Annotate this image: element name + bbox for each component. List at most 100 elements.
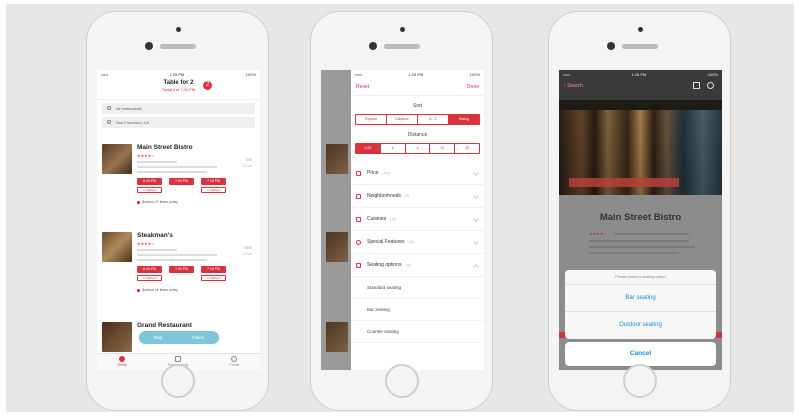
filters-button[interactable]: Filters xyxy=(192,335,204,340)
booked-icon xyxy=(137,288,140,292)
filter-row-seating-options[interactable]: Seating options (all) xyxy=(351,254,484,277)
points-tag: +1,000 pts xyxy=(137,187,162,193)
front-sensor xyxy=(175,27,181,32)
location-search-field[interactable]: San Francisco, CA xyxy=(102,117,255,128)
earpiece-speaker xyxy=(621,44,658,49)
map-pin-icon xyxy=(356,193,361,199)
points-tag: +1,000 pts xyxy=(137,275,162,281)
time-slot-button[interactable]: 7:00 PM xyxy=(169,266,194,273)
restaurant-card[interactable]: Main Street Bistro ★★★★☆ $$$ 1.2 mi 6:45… xyxy=(97,144,260,226)
filter-count: (all) xyxy=(405,263,412,267)
time-slot-button[interactable]: 6:45 PM xyxy=(137,266,162,273)
sort-option-popular[interactable]: Popular xyxy=(356,115,387,124)
front-sensor xyxy=(399,27,405,32)
neighborhood-text-line xyxy=(137,254,217,256)
status-carrier: ••••• xyxy=(563,72,571,77)
restaurant-name: Grand Restaurant xyxy=(137,322,192,329)
home-button[interactable] xyxy=(384,364,419,398)
chevron-down-icon xyxy=(473,170,479,176)
home-button[interactable] xyxy=(160,364,195,398)
filter-label: Cuisines xyxy=(367,216,387,222)
screenshot-background: ••••• 1:25 PM 100% Table for 2 Tonight a… xyxy=(6,4,794,412)
heart-icon[interactable] xyxy=(707,82,714,89)
back-button[interactable]: ‹ Search xyxy=(564,83,583,89)
bar-seating-option[interactable]: Bar seating xyxy=(565,285,716,312)
restaurant-photo xyxy=(102,322,132,352)
rating-stars: ★★★★☆ xyxy=(137,153,155,158)
seat-icon xyxy=(356,262,361,268)
reservation-time: Tonight at 7:00 PM xyxy=(161,87,196,92)
time-slot-button[interactable]: 6:45 PM xyxy=(137,178,162,185)
seating-option-row[interactable]: Bar seating xyxy=(351,299,484,321)
status-bar: ••••• 1:25 PM 100% xyxy=(97,70,260,78)
time-slot-button[interactable]: 7:00 PM xyxy=(169,178,194,185)
neighborhood-text-line xyxy=(137,166,217,168)
map-button[interactable]: Map xyxy=(154,335,163,340)
reset-button[interactable]: Reset xyxy=(356,84,369,90)
filter-row-neighborhoods[interactable]: Neighborhoods (3) xyxy=(351,185,484,208)
distance-option[interactable]: 3 xyxy=(406,144,431,153)
sort-segmented-control: Popular Distance A - Z Rating xyxy=(355,114,480,125)
rating-stars: ★★★★☆ xyxy=(137,241,155,246)
time-slot-button[interactable]: 7:15 PM xyxy=(201,178,226,185)
filter-count: (3) xyxy=(404,194,410,198)
distance-option[interactable]: 1 xyxy=(381,144,406,153)
map-filters-pill[interactable]: Map Filters xyxy=(139,331,219,344)
filter-row-price[interactable]: Price (any) xyxy=(351,162,484,185)
distance-option[interactable]: 25 xyxy=(455,144,479,153)
seating-action-sheet: Please select a seating option Bar seati… xyxy=(565,270,716,339)
seating-option-row[interactable]: Counter seating xyxy=(351,321,484,343)
done-button[interactable]: Done xyxy=(467,84,479,90)
cuisine-text-line xyxy=(137,249,177,251)
booked-text: Booked 47 times today xyxy=(142,200,178,204)
time-slot-button[interactable]: 7:15 PM xyxy=(201,266,226,273)
distance-option[interactable]: 10 xyxy=(430,144,456,153)
cuisine-icon xyxy=(356,216,361,222)
price-level: $$$ xyxy=(246,158,252,162)
distance-option[interactable]: 0.25 xyxy=(356,144,381,153)
sort-option-a-z[interactable]: A - Z xyxy=(418,115,449,124)
filter-nav-bar: Reset Done xyxy=(351,78,484,96)
tab-home-label: Home xyxy=(117,363,127,367)
calendar-icon xyxy=(175,356,182,362)
front-camera xyxy=(145,42,153,50)
filter-row-special-features[interactable]: Special Features (all) xyxy=(351,231,484,254)
filters-screen: ••••• 1:25 PM 100% Reset Done Sort Popul… xyxy=(321,70,484,370)
restaurant-list-screen: ••••• 1:25 PM 100% Table for 2 Tonight a… xyxy=(97,70,260,370)
party-count-badge[interactable]: 2 xyxy=(203,81,212,90)
status-time: 1:25 PM xyxy=(631,72,647,77)
awning xyxy=(559,100,722,110)
cuisine-text-line xyxy=(137,161,177,163)
search-header[interactable]: Table for 2 Tonight at 7:00 PM 2 xyxy=(97,78,260,100)
tab-home[interactable]: Home xyxy=(118,354,127,370)
dimmed-restaurant-photo xyxy=(326,232,348,262)
filter-count: (any) xyxy=(382,171,391,175)
tab-profile[interactable]: Profile xyxy=(229,354,240,370)
points-tag: +1,000 pts xyxy=(201,275,226,281)
filter-label: Special Features xyxy=(367,239,405,245)
front-camera xyxy=(607,42,615,50)
filter-row-cuisines[interactable]: Cuisines (all) xyxy=(351,208,484,231)
restaurant-detail-screen: ••••• 1:25 PM 100% ‹ Search Main Street … xyxy=(559,70,722,370)
chevron-down-icon xyxy=(473,193,479,199)
seating-option-row[interactable]: Standard seating xyxy=(351,277,484,299)
dimmed-list-background xyxy=(321,70,351,370)
outdoor-seating-option[interactable]: Outdoor seating xyxy=(565,312,716,339)
price-icon xyxy=(356,170,361,176)
sort-option-distance[interactable]: Distance xyxy=(387,115,418,124)
restaurant-search-field[interactable]: All restaurants xyxy=(102,103,255,114)
tab-profile-label: Profile xyxy=(229,363,240,367)
restaurant-photo xyxy=(102,232,132,262)
status-carrier: ••••• xyxy=(355,72,363,77)
detail-nav-bar: ••••• 1:25 PM 100% ‹ Search xyxy=(559,70,722,100)
home-button[interactable] xyxy=(622,364,657,398)
restaurant-card[interactable]: Steakman's ★★★★☆ $$$$ 1.5 mi 6:45 PM 7:0… xyxy=(97,232,260,314)
reviews-text-line xyxy=(614,233,689,235)
detail-text-line xyxy=(589,246,695,248)
sort-option-rating[interactable]: Rating xyxy=(449,115,479,124)
seating-text-line xyxy=(137,171,207,173)
earpiece-speaker xyxy=(159,44,196,49)
cancel-button[interactable]: Cancel xyxy=(565,342,716,366)
share-icon[interactable] xyxy=(693,82,700,89)
status-battery: 100% xyxy=(707,72,718,77)
